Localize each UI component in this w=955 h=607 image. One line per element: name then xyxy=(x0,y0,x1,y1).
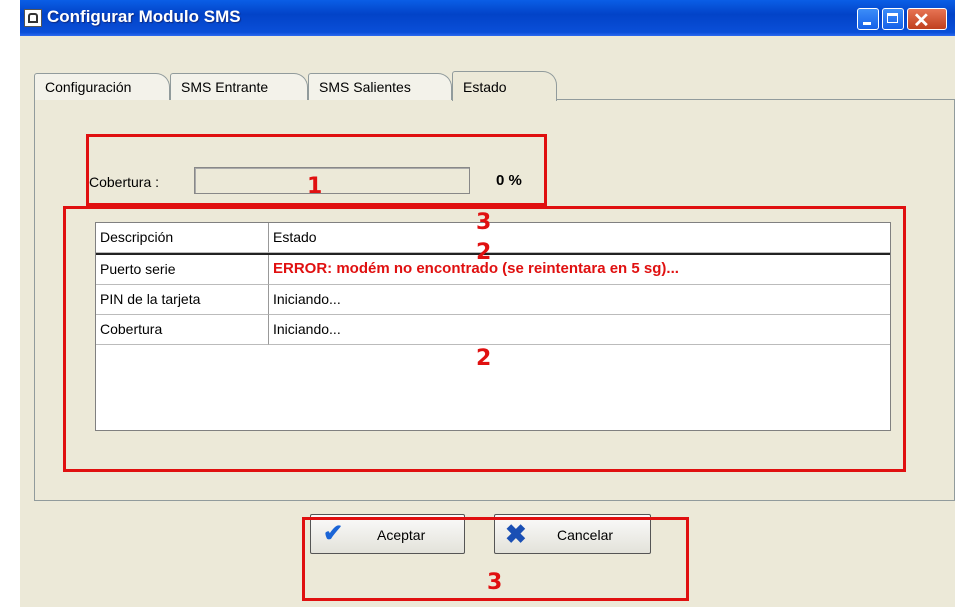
window-title: Configurar Modulo SMS xyxy=(47,7,241,26)
close-button[interactable]: ✕ xyxy=(907,8,947,32)
tab-configuracion[interactable]: Configuración xyxy=(34,73,170,100)
close-icon: ✕ xyxy=(913,10,930,32)
annotation-label-2-row: 2 xyxy=(476,240,492,265)
minimize-button[interactable] xyxy=(857,8,879,30)
tab-sms-salientes[interactable]: SMS Salientes xyxy=(308,73,452,100)
app-icon xyxy=(24,9,42,27)
annotation-label-2-grid: 2 xyxy=(476,346,492,371)
annotation-label-3-top: 3 xyxy=(476,210,492,235)
annotation-label-1: 1 xyxy=(307,174,323,199)
tab-estado[interactable]: Estado xyxy=(452,71,557,101)
tab-sms-entrante[interactable]: SMS Entrante xyxy=(170,73,308,100)
maximize-button[interactable] xyxy=(882,8,904,30)
title-bar[interactable]: Configurar Modulo SMS ✕ xyxy=(20,0,955,36)
annotation-label-3-buttons: 3 xyxy=(487,570,503,595)
